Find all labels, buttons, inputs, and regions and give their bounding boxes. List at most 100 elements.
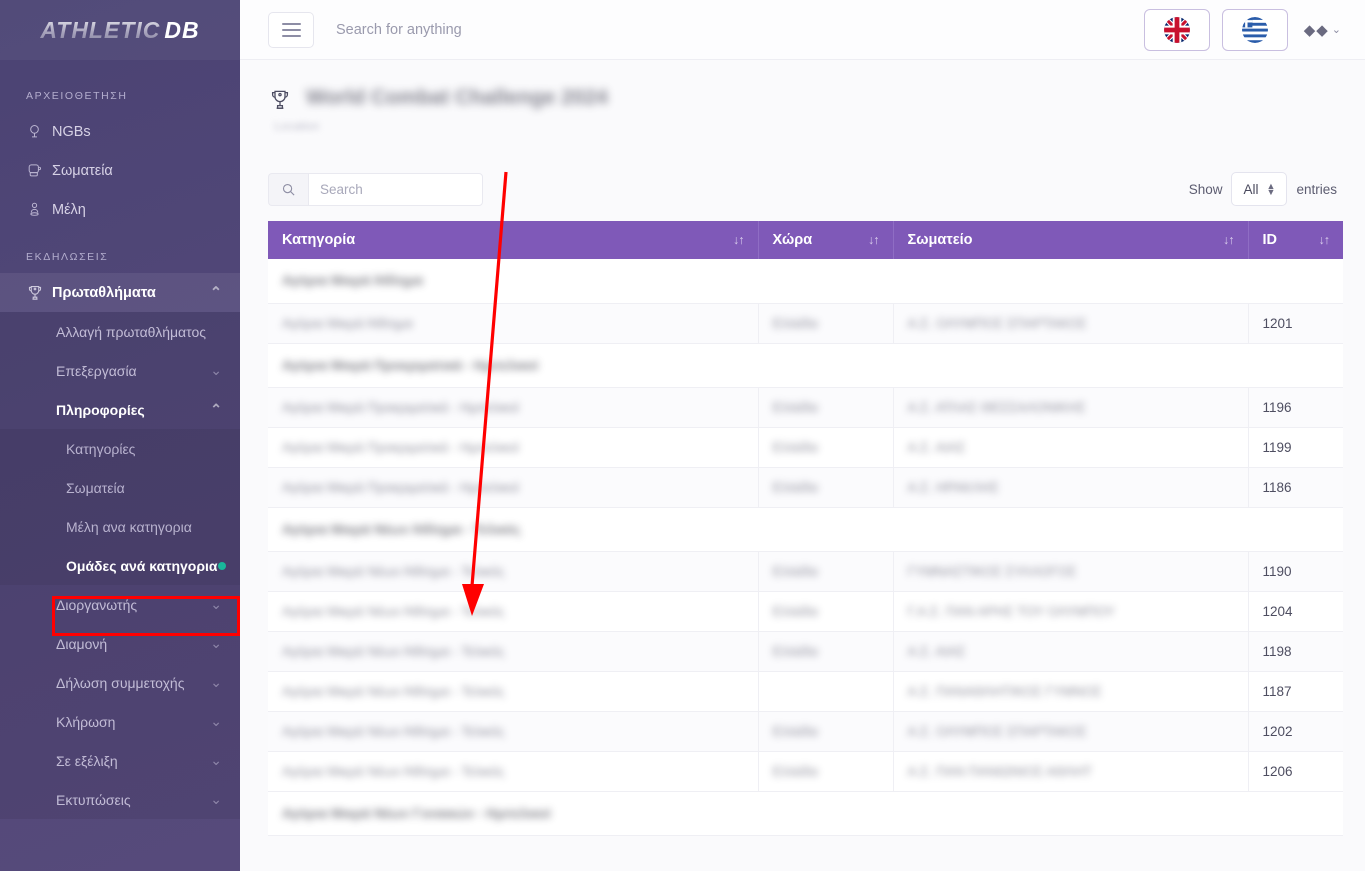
table-card: Show All ▲▼ entries Κατηγορία ↓↑ bbox=[268, 167, 1343, 836]
cell-category: Αγόρια Μικρά Άθλημα bbox=[268, 303, 759, 344]
sidebar-subitem-se-exelixi[interactable]: Σε εξέλιξη ⌄ bbox=[0, 741, 240, 780]
table-row[interactable]: Αγόρια Μικρά Νέων Άθλημα - Τελικός Ελλάδα… bbox=[268, 751, 1343, 792]
table-row[interactable]: Αγόρια Μικρά Νέων Άθλημα - Τελικός Ελλάδα… bbox=[268, 591, 1343, 632]
cell-country: Ελλάδα bbox=[758, 467, 894, 508]
group-label-cell: Αγόρια Μικρά Νέων Γυναικών - Ημιτελικοί bbox=[268, 791, 1343, 836]
cell-category: Αγόρια Μικρά Νέων Άθλημα - Τελικός bbox=[268, 711, 759, 752]
cell-country: Ελλάδα bbox=[758, 303, 894, 344]
cell-club-text: Α.Σ. ΠΑΝΑΘΛΗΤΙΚΟΣ ΓΥΜΝΟΣ bbox=[907, 683, 1102, 699]
cell-category: Αγόρια Μικρά Νέων Άθλημα - Τελικός bbox=[268, 551, 759, 592]
cell-country: Ελλάδα bbox=[758, 427, 894, 468]
sidebar-section-archive: ΑΡΧΕΙΟΘΕΤΗΣΗ bbox=[26, 90, 128, 102]
table-group-row: Αγόρια Μικρά Προκριματικά - Ημιτελικοί bbox=[268, 343, 1343, 388]
sidebar-subitem-dilosi-symmetochis[interactable]: Δήλωση συμμετοχής ⌄ bbox=[0, 663, 240, 702]
brand-text-primary: ATHLETIC bbox=[40, 16, 161, 43]
cell-club: Α.Σ. ΗΡΑΚΛΗΣ bbox=[893, 467, 1249, 508]
cell-club: ΓΥΜΝΑΣΤΙΚΟΣ ΣΥΛΛΟΓΟΣ bbox=[893, 551, 1249, 592]
user-menu-button[interactable]: ◆◆ ⌄ bbox=[1300, 21, 1345, 39]
table-row[interactable]: Αγόρια Μικρά Νέων Άθλημα - Τελικός Ελλάδα… bbox=[268, 631, 1343, 672]
column-header-country[interactable]: Χώρα ↓↑ bbox=[758, 221, 894, 259]
table-row[interactable]: Αγόρια Μικρά Προκριματικά - Ημιτελικοί Ελ… bbox=[268, 427, 1343, 468]
table-row[interactable]: Αγόρια Μικρά Νέων Άθλημα - Τελικός Ελλάδα… bbox=[268, 551, 1343, 592]
sidebar-item-somateia-info[interactable]: Σωματεία bbox=[0, 468, 240, 507]
cell-club: Α.Σ. ΠΑΝ ΠΑΝΙΩΝΙΟΣ ΑΘΛΗΤ bbox=[893, 751, 1249, 792]
sidebar-subitem-allagi[interactable]: Αλλαγή πρωταθλήματος bbox=[0, 312, 240, 351]
sidebar-submenu-plirofories: Κατηγορίες Σωματεία Μέλη ανα κατηγορια Ο… bbox=[0, 429, 240, 585]
brand-logo[interactable]: ATHLETIC DB bbox=[0, 0, 240, 60]
column-label: ID bbox=[1262, 232, 1278, 248]
group-label: Αγόρια Μικρά Άθλημα bbox=[282, 273, 423, 289]
table-row[interactable]: Αγόρια Μικρά Νέων Άθλημα - Τελικός Α.Σ. Π… bbox=[268, 671, 1343, 712]
sidebar-subitem-epexergasia[interactable]: Επεξεργασία ⌄ bbox=[0, 351, 240, 390]
sidebar-subitem-plirofories[interactable]: Πληροφορίες ⌃ bbox=[0, 390, 240, 429]
chevron-up-icon: ⌃ bbox=[209, 284, 222, 301]
table-controls: Show All ▲▼ entries bbox=[268, 167, 1337, 211]
page-subtitle: Location bbox=[274, 119, 320, 133]
table-search-input[interactable] bbox=[308, 172, 483, 206]
stepper-icon: ▲ ▼ bbox=[1266, 181, 1276, 197]
cell-category: Αγόρια Μικρά Προκριματικά - Ημιτελικοί bbox=[268, 467, 759, 508]
cell-country-text: Ελλάδα bbox=[772, 643, 818, 659]
table-header-row: Κατηγορία ↓↑ Χώρα ↓↑ Σωματείο ↓↑ ID ↓↑ bbox=[268, 221, 1343, 259]
group-label-cell: Αγόρια Μικρά Νέων Άθλημα - Τελικός bbox=[268, 507, 1343, 552]
cell-club-text: ΓΥΜΝΑΣΤΙΚΟΣ ΣΥΛΛΟΓΟΣ bbox=[907, 563, 1077, 579]
column-header-club[interactable]: Σωματείο ↓↑ bbox=[893, 221, 1249, 259]
cell-club-text: Α.Σ. ΟΛΥΜΠΟΣ ΣΠΑΡΤΑΚΟΣ bbox=[907, 723, 1087, 739]
sidebar-subitem-label: Αλλαγή πρωταθλήματος bbox=[56, 323, 207, 340]
cell-id: 1201 bbox=[1248, 303, 1343, 344]
column-header-id[interactable]: ID ↓↑ bbox=[1248, 221, 1343, 259]
cell-category: Αγόρια Μικρά Προκριματικά - Ημιτελικοί bbox=[268, 427, 759, 468]
table-row[interactable]: Αγόρια Μικρά Προκριματικά - Ημιτελικοί Ελ… bbox=[268, 387, 1343, 428]
cell-country-text: Ελλάδα bbox=[772, 399, 818, 415]
active-dot-icon bbox=[217, 561, 226, 570]
top-bar: ◆◆ ⌄ bbox=[240, 0, 1365, 60]
cell-category-text: Αγόρια Μικρά Προκριματικά - Ημιτελικοί bbox=[282, 479, 519, 495]
group-label: Αγόρια Μικρά Νέων Γυναικών - Ημιτελικοί bbox=[282, 805, 551, 821]
cell-country: Ελλάδα bbox=[758, 551, 894, 592]
cell-country: Ελλάδα bbox=[758, 751, 894, 792]
entries-select[interactable]: All ▲ ▼ bbox=[1231, 172, 1288, 206]
sidebar-item-omades-ana-katigoria[interactable]: Ομάδες ανά κατηγορια bbox=[0, 546, 240, 585]
language-button-en[interactable] bbox=[1143, 8, 1210, 51]
menu-toggle-button[interactable] bbox=[268, 11, 314, 48]
table-row[interactable]: Αγόρια Μικρά Προκριματικά - Ημιτελικοί Ελ… bbox=[268, 467, 1343, 508]
cell-club: Α.Σ. ΠΑΝΑΘΛΗΤΙΚΟΣ ΓΥΜΝΟΣ bbox=[893, 671, 1249, 712]
sidebar-subitem-klirosi[interactable]: Κλήρωση ⌄ bbox=[0, 702, 240, 741]
cell-category: Αγόρια Μικρά Νέων Άθλημα - Τελικός bbox=[268, 591, 759, 632]
sidebar-item-katigories[interactable]: Κατηγορίες bbox=[0, 429, 240, 468]
sidebar-item-meli[interactable]: Μέλη bbox=[0, 190, 240, 229]
sidebar-item-label: Μέλη bbox=[52, 201, 86, 218]
chevron-down-icon: ⌄ bbox=[210, 635, 222, 651]
sidebar-item-ngbs[interactable]: NGBs bbox=[0, 112, 240, 151]
cell-country-text: Ελλάδα bbox=[772, 563, 818, 579]
sidebar-subitem-label: Μέλη ανα κατηγορια bbox=[66, 518, 192, 535]
chevron-down-icon: ⌄ bbox=[210, 752, 222, 768]
cell-country-text: Ελλάδα bbox=[772, 723, 818, 739]
sidebar-item-protathlimata[interactable]: Πρωταθλήματα ⌃ bbox=[0, 273, 240, 312]
table-body: Αγόρια Μικρά Άθλημα Αγόρια Μικρά Άθλημα Ελ… bbox=[268, 259, 1343, 836]
cell-id: 1196 bbox=[1248, 387, 1343, 428]
sidebar-subitem-label: Σωματεία bbox=[66, 479, 125, 496]
sidebar-item-somateia[interactable]: Σωματεία bbox=[0, 151, 240, 190]
language-button-gr[interactable] bbox=[1221, 8, 1288, 51]
column-header-category[interactable]: Κατηγορία ↓↑ bbox=[268, 221, 759, 259]
search-icon bbox=[268, 172, 308, 206]
table-row[interactable]: Αγόρια Μικρά Άθλημα Ελλάδα Α.Σ. ΟΛΥΜΠΟΣ ΣΠ… bbox=[268, 303, 1343, 344]
sidebar-item-meli-ana-katigoria[interactable]: Μέλη ανα κατηγορια bbox=[0, 507, 240, 546]
sort-icon: ↓↑ bbox=[733, 233, 744, 247]
sidebar-subitem-ektyposeis[interactable]: Εκτυπώσεις ⌄ bbox=[0, 780, 240, 819]
global-search-input[interactable] bbox=[336, 21, 756, 38]
cell-country-text: Ελλάδα bbox=[772, 439, 818, 455]
sidebar-subitem-label: Κλήρωση bbox=[56, 713, 116, 730]
group-label-cell: Αγόρια Μικρά Προκριματικά - Ημιτελικοί bbox=[268, 343, 1343, 388]
cell-category-text: Αγόρια Μικρά Νέων Άθλημα - Τελικός bbox=[282, 763, 505, 779]
cell-category-text: Αγόρια Μικρά Προκριματικά - Ημιτελικοί bbox=[282, 439, 519, 455]
cell-category: Αγόρια Μικρά Νέων Άθλημα - Τελικός bbox=[268, 751, 759, 792]
chevron-up-icon: ⌃ bbox=[210, 401, 222, 417]
table-row[interactable]: Αγόρια Μικρά Νέων Άθλημα - Τελικός Ελλάδα… bbox=[268, 711, 1343, 752]
sort-icon: ↓↑ bbox=[868, 233, 879, 247]
cell-club-text: Α.Σ. ΑΙΑΣ bbox=[907, 643, 966, 659]
column-label: Χώρα bbox=[772, 232, 813, 248]
sidebar-subitem-diamoni[interactable]: Διαμονή ⌄ bbox=[0, 624, 240, 663]
sidebar-subitem-diorganotis[interactable]: Διοργανωτής ⌄ bbox=[0, 585, 240, 624]
